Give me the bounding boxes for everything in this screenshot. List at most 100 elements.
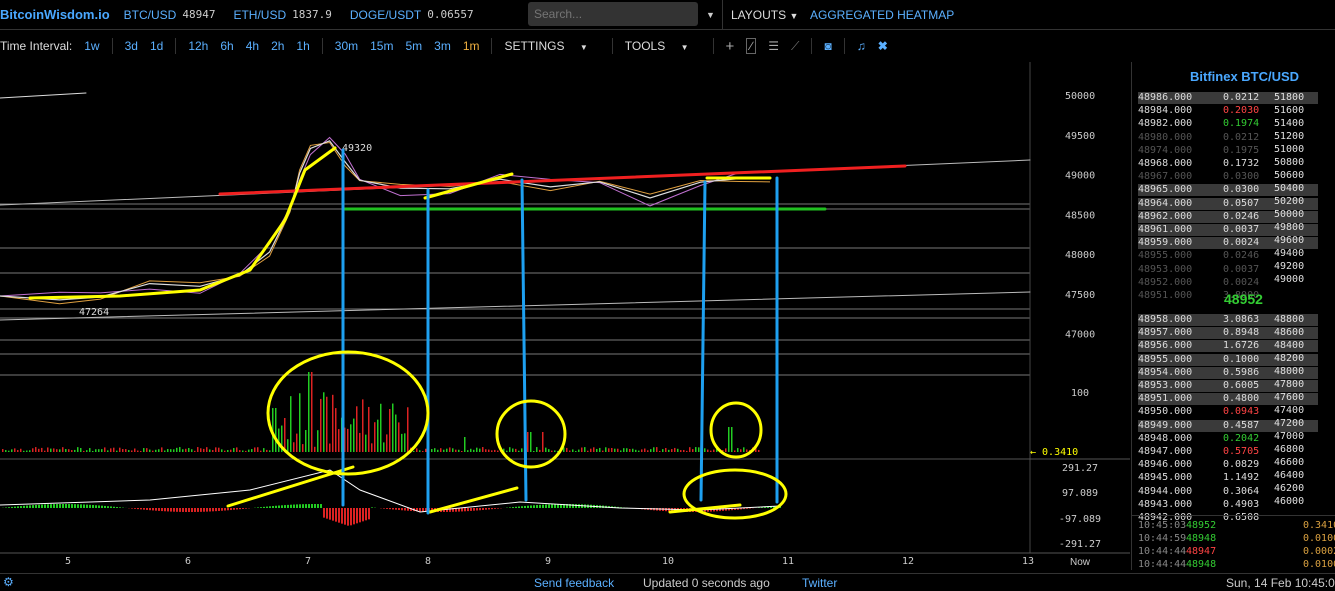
now-tick: Now <box>1070 557 1091 568</box>
macd-bar <box>290 504 292 508</box>
camera-icon[interactable]: ◙ <box>824 39 831 53</box>
macd-bar <box>464 508 466 512</box>
macd-bar <box>182 508 184 512</box>
ticker-btc[interactable]: BTC/USD <box>124 8 177 22</box>
tools-menu[interactable]: TOOLS ▼ <box>625 39 701 53</box>
settings-gear-icon[interactable]: ⚙ <box>3 575 14 589</box>
search-input[interactable] <box>528 2 698 26</box>
interval-6h[interactable]: 6h <box>220 39 233 53</box>
volume-bar <box>164 450 166 452</box>
volume-bar <box>650 449 652 452</box>
macd-bar <box>185 508 187 512</box>
volume-bar <box>413 450 415 452</box>
ticker-doge[interactable]: DOGE/USDT <box>350 8 421 22</box>
order-price: 48961.000 <box>1138 224 1193 235</box>
order-price: 48958.000 <box>1138 314 1193 325</box>
interval-1m[interactable]: 1m <box>463 39 480 53</box>
volume-bar <box>374 422 376 452</box>
layouts-label: LAYOUTS <box>731 7 787 22</box>
order-book-title: Bitfinex BTC/USD <box>1190 69 1300 84</box>
order-price: 48964.000 <box>1138 197 1193 209</box>
volume-bar <box>638 450 640 452</box>
order-price: 48953.000 <box>1138 380 1193 391</box>
macd-bar <box>326 508 328 519</box>
interval-1d[interactable]: 1d <box>150 39 163 53</box>
ladder-price: 49800 <box>1274 222 1305 233</box>
macd-bar <box>95 505 97 508</box>
volume-bar <box>128 450 130 452</box>
ticker-eth[interactable]: ETH/USD <box>233 8 286 22</box>
interval-12h[interactable]: 12h <box>188 39 208 53</box>
macd-bar <box>287 504 289 508</box>
fullscreen-icon[interactable]: ✖ <box>878 39 888 53</box>
macd-bar <box>146 508 148 510</box>
layouts-menu[interactable]: LAYOUTS ▼ <box>731 8 798 22</box>
order-price: 48968.000 <box>1138 158 1193 169</box>
macd-bar <box>113 506 115 508</box>
interval-3m[interactable]: 3m <box>434 39 451 53</box>
volume-bar <box>632 448 634 452</box>
settings-menu[interactable]: SETTINGS ▼ <box>504 39 599 53</box>
volume-bar <box>74 449 76 452</box>
volume-bar <box>737 448 739 452</box>
macd-bar <box>200 508 202 512</box>
crosshair-icon[interactable]: + <box>726 38 735 55</box>
order-price: 48947.000 <box>1138 446 1193 457</box>
macd-bar <box>368 508 370 520</box>
volume-bar <box>80 448 82 452</box>
time-tick: 6 <box>185 556 191 567</box>
interval-4h[interactable]: 4h <box>246 39 259 53</box>
interval-1h[interactable]: 1h <box>296 39 309 53</box>
volume-bar <box>695 447 697 452</box>
volume-bar <box>269 450 271 452</box>
volume-bar <box>599 447 601 452</box>
chevron-down-icon: ▼ <box>680 43 689 52</box>
last-volume-label: ← 0.3410 <box>1030 447 1078 458</box>
order-amount: 0.0024 <box>1223 237 1260 249</box>
twitter-link[interactable]: Twitter <box>802 576 837 590</box>
interval-15m[interactable]: 15m <box>370 39 393 53</box>
search-dropdown-icon[interactable]: ▼ <box>706 10 715 20</box>
interval-2h[interactable]: 2h <box>271 39 284 53</box>
macd-bar <box>17 506 19 508</box>
aggregated-heatmap-link[interactable]: AGGREGATED HEATMAP <box>810 8 954 22</box>
ladder-price: 46600 <box>1274 457 1305 468</box>
volume-bar <box>152 450 154 452</box>
price-chart[interactable]: 50000 49500 49000 48500 48000 47500 47000 100 29… <box>0 62 1130 570</box>
send-feedback-link[interactable]: Send feedback <box>534 576 614 590</box>
trendline-icon[interactable]: ∕ <box>746 38 757 54</box>
order-price: 48952.000 <box>1138 276 1193 288</box>
macd-bar <box>362 508 364 522</box>
horizontal-lines-icon[interactable]: ☰ <box>768 39 779 53</box>
brand-logo[interactable]: BitcoinWisdom.io <box>0 7 110 22</box>
volume-bar <box>245 450 247 452</box>
high-label: 49320 <box>342 143 372 154</box>
macd-bar <box>230 508 232 511</box>
price-line <box>0 140 771 301</box>
fan-icon[interactable]: ⟋ <box>791 39 799 54</box>
volume-bar <box>389 409 391 452</box>
volume-bar <box>518 450 520 452</box>
order-price: 48951.000 <box>1138 290 1193 301</box>
macd-bar <box>488 508 490 510</box>
macd-bar <box>485 508 487 510</box>
volume-bar <box>56 449 58 452</box>
interval-30m[interactable]: 30m <box>335 39 358 53</box>
macd-bar <box>149 508 151 511</box>
volume-bar <box>287 439 289 452</box>
volume-bar <box>482 447 484 452</box>
volume-bar <box>548 449 550 452</box>
macd-bar <box>71 504 73 508</box>
macd-bar <box>116 507 118 508</box>
volume-bar <box>149 449 151 452</box>
macd-bar <box>311 504 313 508</box>
volume-bar <box>71 450 73 452</box>
interval-5m[interactable]: 5m <box>405 39 422 53</box>
interval-1w[interactable]: 1w <box>84 39 99 53</box>
ladder-price: 51400 <box>1274 118 1305 129</box>
ladder-price: 47000 <box>1274 431 1305 442</box>
volume-bar <box>158 449 160 452</box>
bell-icon[interactable]: ♫ <box>857 39 866 53</box>
price-tick: 50000 <box>1065 91 1095 102</box>
interval-3d[interactable]: 3d <box>125 39 138 53</box>
